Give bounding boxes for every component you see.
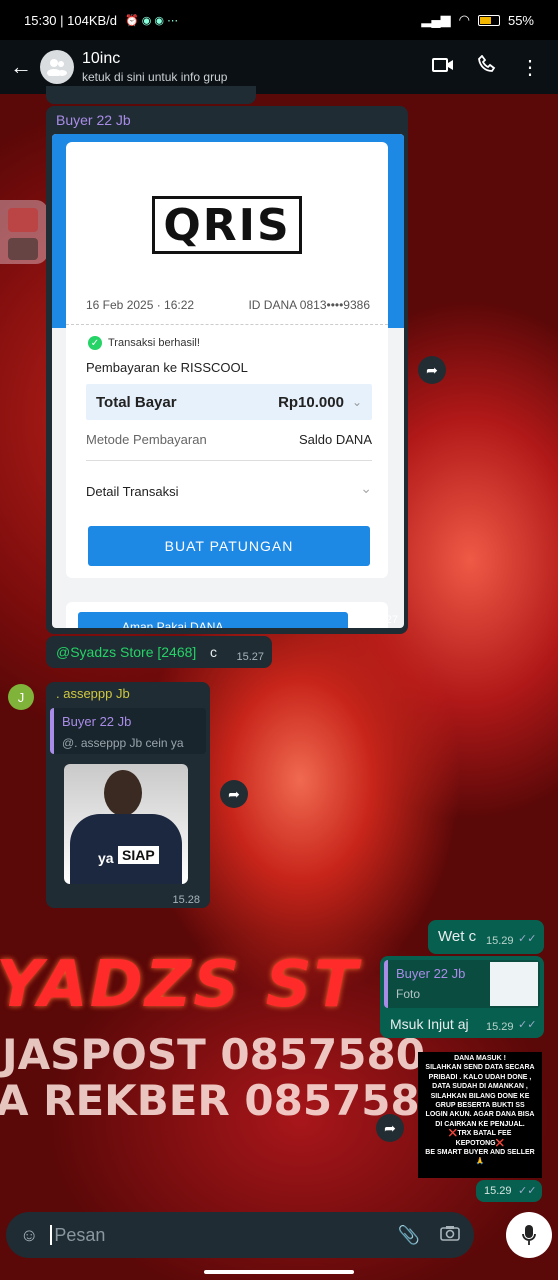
sticker-line: KEPOTONG❌ bbox=[455, 1139, 505, 1147]
message-text: c bbox=[210, 644, 217, 660]
message-time: 15.29 bbox=[486, 935, 514, 947]
message-time: 15.27 bbox=[370, 614, 398, 626]
camera-icon[interactable] bbox=[440, 1225, 460, 1246]
app-tool-icon[interactable] bbox=[8, 238, 38, 260]
read-receipt-icon: ✓✓ bbox=[518, 1019, 537, 1031]
message-outgoing-reply[interactable]: Buyer 22 Jb Foto Msuk Injut aj 15.29 ✓✓ bbox=[380, 956, 544, 1038]
message-text: Wet c bbox=[438, 928, 477, 945]
sticker-line: LOGIN AKUN. AGAR DANA BISA bbox=[425, 1111, 535, 1119]
sticker-line: ❌TRX BATAL FEE bbox=[448, 1130, 512, 1138]
message-time: 15.29 bbox=[484, 1185, 512, 1197]
group-avatar[interactable] bbox=[40, 50, 74, 84]
floating-tool-panel[interactable] bbox=[0, 200, 48, 264]
attach-icon[interactable]: 📎 bbox=[398, 1225, 420, 1246]
detail-label: Detail Transaksi bbox=[86, 484, 179, 499]
sticker-line: DATA SUDAH DI AMANKAN , bbox=[432, 1083, 528, 1091]
sticker-line: SILAHKAN SEND DATA SECARA bbox=[425, 1064, 535, 1072]
message-time: 15.28 bbox=[172, 894, 200, 906]
battery-icon bbox=[477, 14, 500, 26]
sticker-line: GRUP BESERTA BUKTI SS bbox=[435, 1102, 525, 1110]
more-options-icon[interactable]: ⋮ bbox=[520, 55, 540, 80]
sticker-time-bubble: 15.29 ✓✓ bbox=[476, 1180, 542, 1202]
qris-logo: QRIS bbox=[152, 196, 302, 254]
notification-icons: ⏰ ◉ ◉ ⋯ bbox=[125, 14, 179, 27]
quoted-sender: Buyer 22 Jb bbox=[396, 966, 466, 981]
message-input[interactable]: Pesan bbox=[54, 1225, 105, 1246]
chevron-down-icon: ⌄ bbox=[351, 395, 362, 409]
forward-icon[interactable]: ➦ bbox=[418, 356, 446, 384]
gesture-bar[interactable] bbox=[204, 1270, 354, 1274]
sticker-line: DI CAIRKAN KE PENJUAL. bbox=[435, 1120, 525, 1128]
mic-button[interactable] bbox=[506, 1212, 552, 1258]
receipt-datetime: 16 Feb 2025 · 16:22 bbox=[86, 298, 195, 312]
voice-call-icon[interactable] bbox=[478, 54, 496, 79]
text-cursor bbox=[50, 1225, 53, 1245]
method-value: Saldo DANA bbox=[299, 432, 372, 447]
message-sender[interactable]: . asseppp Jb bbox=[56, 686, 130, 701]
quoted-sender: Buyer 22 Jb bbox=[62, 714, 132, 729]
message-outgoing[interactable]: Wet c 15.29 ✓✓ bbox=[428, 920, 544, 954]
message-mention[interactable]: @Syadzs Store [2468] c 15.27 bbox=[46, 636, 272, 668]
battery-level: 55% bbox=[507, 12, 534, 28]
total-row: Total Bayar Rp10.000 ⌄ bbox=[86, 384, 372, 420]
payee-text: Pembayaran ke RISSCOOL bbox=[86, 360, 248, 375]
emoji-sticker-icon[interactable]: ☺ bbox=[20, 1225, 38, 1246]
read-receipt-icon: ✓✓ bbox=[518, 933, 537, 945]
forward-icon[interactable]: ➦ bbox=[376, 1114, 404, 1142]
read-receipt-icon: ✓✓ bbox=[518, 1185, 537, 1197]
mic-icon bbox=[522, 1225, 536, 1245]
message-image-receipt[interactable]: Buyer 22 Jb QRIS 16 Feb 2025 · 16:22 ID … bbox=[46, 106, 408, 634]
sticker-line: SILAHKAN BILANG DONE KE bbox=[430, 1092, 530, 1100]
chat-title-area[interactable]: 10inc ketuk di sini untuk info grup bbox=[82, 50, 227, 84]
sticker-image[interactable]: ya SIAP bbox=[64, 764, 188, 884]
previous-message-tail bbox=[46, 86, 256, 104]
video-call-icon[interactable] bbox=[432, 56, 454, 79]
quoted-message[interactable]: Buyer 22 Jb @. asseppp Jb cein ya bbox=[50, 708, 206, 754]
quoted-message[interactable]: Buyer 22 Jb Foto bbox=[384, 960, 540, 1008]
method-label: Metode Pembayaran bbox=[86, 432, 207, 447]
receipt-image[interactable]: QRIS 16 Feb 2025 · 16:22 ID DANA 0813•••… bbox=[52, 134, 404, 628]
dana-banner-card: Aman Pakai DANA bbox=[66, 602, 388, 628]
mention-link[interactable]: @Syadzs Store [2468] bbox=[56, 644, 196, 660]
message-text: Msuk Injut aj bbox=[390, 1016, 469, 1032]
message-time: 15.29 bbox=[486, 1021, 514, 1033]
message-input-bar[interactable]: ☺ Pesan 📎 bbox=[6, 1212, 474, 1258]
bg-jaspost-text: JASPOST 0857580 bbox=[2, 1030, 425, 1079]
sticker-dana-masuk[interactable]: DANA MASUK ! SILAHKAN SEND DATA SECARA PRI… bbox=[418, 1052, 542, 1178]
sticker-line: PRIBADI . KALO UDAH DONE , bbox=[428, 1073, 532, 1081]
sticker-text-siap: SIAP bbox=[118, 846, 159, 864]
detail-chevron-icon: ⌄ bbox=[360, 480, 372, 496]
quoted-text: Foto bbox=[396, 987, 421, 1001]
back-arrow-icon[interactable]: ← bbox=[10, 54, 32, 80]
sticker-line: BE SMART BUYER AND SELLER bbox=[425, 1149, 535, 1157]
status-time: 15:30 | 104KB/d bbox=[24, 12, 118, 28]
receipt-account: ID DANA 0813••••9386 bbox=[248, 298, 370, 312]
success-text: Transaksi berhasil! bbox=[108, 337, 200, 349]
quoted-thumbnail bbox=[490, 962, 538, 1006]
sticker-text-block: DANA MASUK ! SILAHKAN SEND DATA SECARA PRI… bbox=[420, 1054, 540, 1167]
sticker-line: 🙏 bbox=[475, 1158, 485, 1166]
bg-store-name: YADZS ST bbox=[0, 948, 360, 1022]
signal-icon: ▂▄▆ bbox=[421, 12, 451, 27]
buat-patungan-button: BUAT PATUNGAN bbox=[88, 526, 370, 566]
message-sender[interactable]: Buyer 22 Jb bbox=[56, 112, 131, 128]
sender-avatar[interactable]: J bbox=[8, 684, 34, 710]
message-time: 15.27 bbox=[236, 651, 264, 663]
forward-icon[interactable]: ➦ bbox=[220, 780, 248, 808]
group-name: 10inc bbox=[82, 50, 121, 67]
total-label: Total Bayar bbox=[96, 393, 177, 411]
message-sticker-reply[interactable]: . asseppp Jb Buyer 22 Jb @. asseppp Jb c… bbox=[46, 682, 210, 908]
receipt-card: QRIS 16 Feb 2025 · 16:22 ID DANA 0813•••… bbox=[66, 142, 388, 578]
wifi-icon: ◠ bbox=[458, 12, 470, 27]
status-bar: 15:30 | 104KB/d ⏰ ◉ ◉ ⋯ ▂▄▆ ◠ 55% bbox=[0, 0, 558, 40]
sticker-text-ya: ya bbox=[98, 850, 114, 866]
group-icon bbox=[47, 59, 67, 76]
dana-banner-text: Aman Pakai DANA bbox=[78, 612, 348, 628]
group-info-hint: ketuk di sini untuk info grup bbox=[82, 70, 228, 84]
quoted-text: @. asseppp Jb cein ya bbox=[62, 736, 184, 750]
sticker-line: DANA MASUK ! bbox=[454, 1055, 506, 1062]
success-check-icon: ✓ bbox=[88, 336, 102, 350]
screenshot-tool-icon[interactable] bbox=[8, 208, 38, 232]
total-value: Rp10.000 bbox=[278, 393, 344, 411]
